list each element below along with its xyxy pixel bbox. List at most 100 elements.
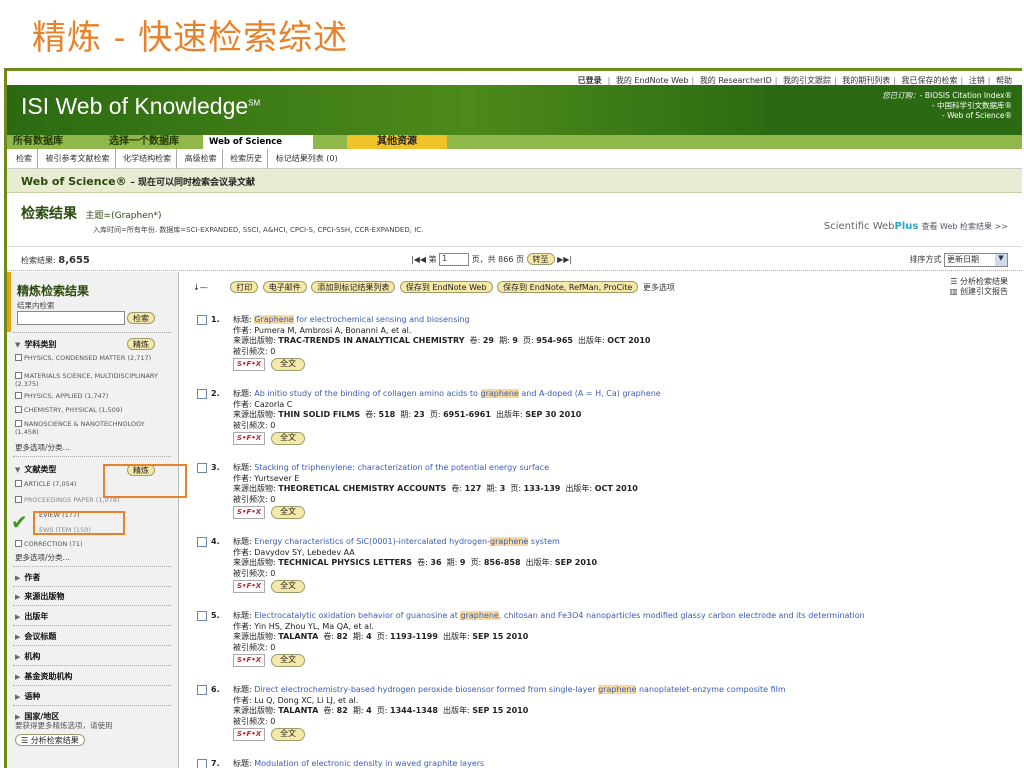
sort-select[interactable]: 更新日期 ▼ — [944, 253, 1008, 267]
sfx-button[interactable]: S•F•X — [233, 728, 266, 741]
more-options-link[interactable]: 更多选项/分类… — [15, 552, 70, 563]
subnav-cited-ref-search[interactable]: 被引参考文献检索 — [41, 149, 116, 169]
facet-funding[interactable]: ▶ 基金资助机构 — [15, 671, 72, 682]
subnav-advanced-search[interactable]: 高级检索 — [180, 149, 223, 169]
record-title-link[interactable]: Energy characteristics of SiC(0001)-inte… — [254, 537, 560, 546]
record-source: 来源出版物: TECHNICAL PHYSICS LETTERS 卷: 36 期… — [233, 558, 598, 567]
record-checkbox[interactable] — [197, 759, 207, 768]
record-title-link[interactable]: Electrocatalytic oxidation behavior of g… — [254, 611, 865, 620]
results-count: 8,655 — [58, 255, 90, 266]
record-author: 作者: Lu Q, Dong XC, Li LJ, et al. — [233, 695, 359, 705]
fulltext-button[interactable]: 全文 — [271, 580, 306, 593]
analyze-results-link[interactable]: ☰ 分析检索结果 — [950, 277, 1008, 287]
fulltext-button[interactable]: 全文 — [271, 728, 306, 741]
subnav-structure-search[interactable]: 化学结构检索 — [118, 149, 178, 169]
link-help[interactable]: 帮助 — [996, 76, 1012, 85]
record-source: 来源出版物: THIN SOLID FILMS 卷: 518 期: 23 页: … — [233, 410, 582, 419]
fulltext-button[interactable]: 全文 — [271, 358, 306, 371]
goto-button[interactable]: 转至 — [526, 253, 555, 265]
subject-option[interactable]: NANOSCIENCE & NANOTECHNOLOGY (1,458) — [15, 420, 165, 436]
sfx-button[interactable]: S•F•X — [233, 506, 266, 519]
subject-option[interactable]: CHEMISTRY, PHYSICAL (1,509) — [15, 406, 165, 414]
results-actionbar: ↓— 打印 电子邮件 添加到标记结果列表 保存到 EndNote Web 保存到… — [193, 281, 675, 293]
add-marked-list-button[interactable]: 添加到标记结果列表 — [311, 281, 396, 293]
tab-other-resources[interactable]: 其他资源 — [347, 135, 447, 149]
save-endnote-web-button[interactable]: 保存到 EndNote Web — [399, 281, 493, 293]
subnav-marked-list[interactable]: 标记结果列表 (0) — [271, 149, 343, 169]
doctype-heading[interactable]: ▼ 文献类型 — [15, 464, 56, 475]
search-within-button[interactable]: 检索 — [127, 312, 155, 324]
analyze-results-button[interactable]: ☰ 分析检索结果 — [15, 734, 85, 746]
link-saved-searches[interactable]: 我已保存的检索 — [902, 76, 958, 85]
facet-conference[interactable]: ▶ 会议标题 — [15, 631, 56, 642]
subject-option[interactable]: MATERIALS SCIENCE, MULTIDISCIPLINARY (2,… — [15, 372, 165, 388]
isi-logo[interactable]: ISI Web of KnowledgeSM — [21, 93, 260, 120]
record-number: 5. — [211, 611, 220, 620]
link-my-endnote-web[interactable]: 我的 EndNote Web — [616, 76, 689, 85]
tab-web-of-science[interactable]: Web of Science — [203, 135, 313, 149]
fulltext-button[interactable]: 全文 — [271, 506, 306, 519]
subnav-search-history[interactable]: 检索历史 — [225, 149, 269, 169]
doctype-option[interactable]: CORRECTION (71) — [15, 540, 165, 548]
chart-icon: ☰ — [21, 736, 29, 745]
first-page-icon[interactable]: |◀◀ — [411, 255, 426, 264]
webplus-link[interactable]: 查看 Web 检索结果 >> — [922, 222, 1008, 231]
record-number: 6. — [211, 685, 220, 694]
link-my-researcherid[interactable]: 我的 ResearcherID — [700, 76, 772, 85]
sfx-button[interactable]: S•F•X — [233, 432, 266, 445]
record-title-link[interactable]: Direct electrochemistry-based hydrogen p… — [254, 685, 786, 694]
record-title-link[interactable]: Graphene for electrochemical sensing and… — [254, 315, 470, 324]
facet-author[interactable]: ▶ 作者 — [15, 572, 40, 583]
refine-subject-button[interactable]: 精炼 — [127, 338, 155, 350]
link-my-citation-alerts[interactable]: 我的引文跟踪 — [783, 76, 831, 85]
next-page-icon[interactable]: ▶▶| — [557, 255, 572, 264]
record-title-line: 标题: Direct electrochemistry-based hydrog… — [233, 685, 786, 694]
search-subnav: 检索 被引参考文献检索 化学结构检索 高级检索 检索历史 标记结果列表 (0) — [7, 149, 1022, 169]
link-logout[interactable]: 注销 — [969, 76, 985, 85]
results-title: 检索结果 — [21, 206, 77, 222]
save-endnote-refman-button[interactable]: 保存到 EndNote, RefMan, ProCite — [497, 281, 639, 293]
sfx-button[interactable]: S•F•X — [233, 358, 266, 371]
subject-category-heading[interactable]: ▼ 学科类别 — [15, 339, 56, 350]
subject-option[interactable]: PHYSICS, APPLIED (1,747) — [15, 392, 165, 400]
facet-source[interactable]: ▶ 来源出版物 — [15, 591, 64, 602]
facet-organization[interactable]: ▶ 机构 — [15, 651, 40, 662]
highlight-review-option — [33, 511, 125, 535]
print-button[interactable]: 打印 — [230, 281, 259, 293]
search-within-input[interactable] — [17, 311, 125, 325]
sfx-button[interactable]: S•F•X — [233, 654, 266, 667]
scientific-webplus[interactable]: Scientific WebPlus 查看 Web 检索结果 >> — [824, 221, 1008, 232]
fulltext-button[interactable]: 全文 — [271, 654, 306, 667]
sfx-button[interactable]: S•F•X — [233, 580, 266, 593]
tab-all-databases[interactable]: 所有数据库 — [7, 135, 69, 149]
record-checkbox[interactable] — [197, 315, 207, 325]
record-source: 来源出版物: TRAC-TRENDS IN ANALYTICAL CHEMIST… — [233, 336, 651, 345]
citation-report-link[interactable]: ▥ 创建引文报告 — [950, 287, 1008, 297]
subject-option[interactable]: PHYSICS, CONDENSED MATTER (2,717) — [15, 354, 165, 362]
record-checkbox[interactable] — [197, 537, 207, 547]
tab-select-database[interactable]: 选择一个数据库 — [103, 135, 185, 149]
fulltext-button[interactable]: 全文 — [271, 432, 306, 445]
email-button[interactable]: 电子邮件 — [262, 281, 307, 293]
record-title-link[interactable]: Modulation of electronic density in wave… — [254, 759, 484, 768]
record-cited: 被引频次: 0 — [233, 568, 276, 578]
record-title-line: 标题: Stacking of triphenylene: characteri… — [233, 463, 550, 472]
record-title-link[interactable]: Stacking of triphenylene: characterizati… — [254, 463, 549, 472]
subnav-search[interactable]: 检索 — [11, 149, 38, 169]
record-title-link[interactable]: Ab initio study of the binding of collag… — [254, 389, 661, 398]
more-options-link[interactable]: 更多选项 — [643, 283, 675, 292]
record-checkbox[interactable] — [197, 685, 207, 695]
record-checkbox[interactable] — [197, 463, 207, 473]
analyze-icon: ☰ — [950, 277, 958, 286]
more-options-link[interactable]: 更多选项/分类… — [15, 442, 70, 453]
page-input[interactable]: 1 — [439, 253, 470, 266]
record-number: 4. — [211, 537, 220, 546]
link-my-journal-list[interactable]: 我的期刊列表 — [842, 76, 890, 85]
record-checkbox[interactable] — [197, 611, 207, 621]
facet-year[interactable]: ▶ 出版年 — [15, 611, 48, 622]
record-checkbox[interactable] — [197, 389, 207, 399]
record-number: 1. — [211, 315, 220, 324]
record-author: 作者: Cazorla C — [233, 399, 293, 409]
record-author: 作者: Davydov SY, Lebedev AA — [233, 547, 355, 557]
facet-language[interactable]: ▶ 语种 — [15, 691, 40, 702]
